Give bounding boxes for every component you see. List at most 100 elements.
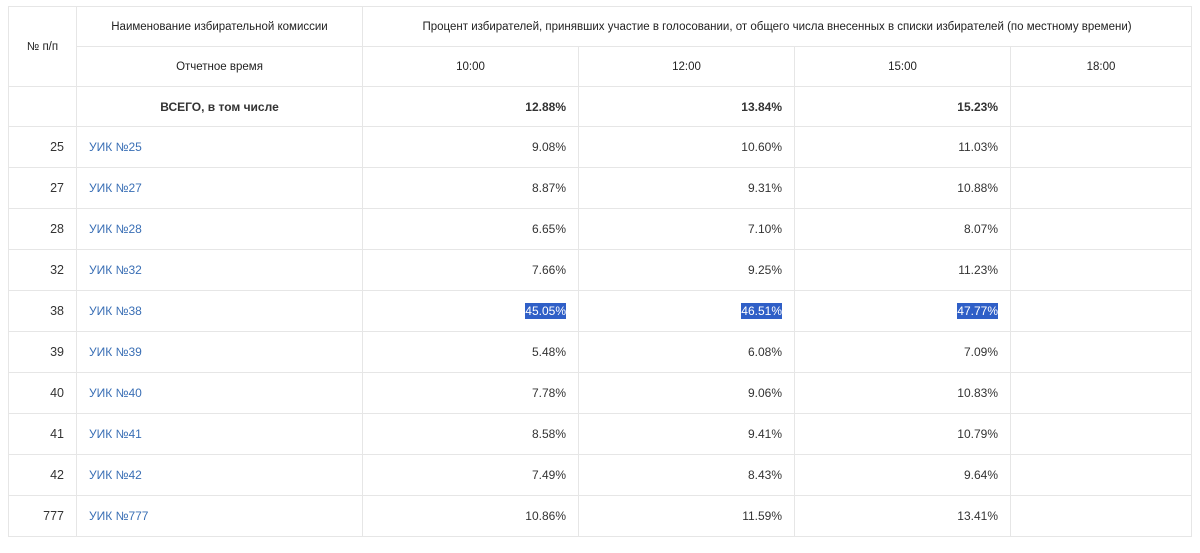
table-row: 25 УИК №25 9.08% 10.60% 11.03% [8,126,1193,168]
turnout-value-1200: 9.25% [747,263,782,277]
table-row: 28 УИК №28 6.65% 7.10% 8.07% [8,208,1193,250]
turnout-value-1000: 7.66% [531,263,566,277]
commission-name-cell: УИК №39 [76,331,363,373]
turnout-value-1500: 13.41% [957,509,998,523]
turnout-value-1200-cell: 9.41% [578,413,795,455]
commission-link[interactable]: УИК №42 [89,468,142,482]
total-value-1500: 15.23% [794,86,1011,127]
turnout-value-1000-cell: 6.65% [362,208,579,250]
commission-link[interactable]: УИК №39 [89,345,142,359]
report-time-header: Отчетное время [76,46,363,87]
turnout-value-1200-cell: 9.25% [578,249,795,291]
total-value-1200: 13.84% [578,86,795,127]
turnout-value-1800-cell [1009,372,1193,414]
row-number: 777 [8,495,77,537]
turnout-value-1000: 8.58% [531,427,566,441]
turnout-value-1800-cell [1009,413,1193,455]
turnout-value-1000-cell: 7.49% [362,454,579,496]
commission-name-cell: УИК №41 [76,413,363,455]
turnout-value-1000: 9.08% [531,140,566,154]
commission-link[interactable]: УИК №28 [89,222,142,236]
row-number: 32 [8,249,77,291]
turnout-value-1500: 10.83% [957,386,998,400]
table-row: 42 УИК №42 7.49% 8.43% 9.64% [8,454,1193,496]
total-label: ВСЕГО, в том числе [76,86,363,127]
table-row: 40 УИК №40 7.78% 9.06% 10.83% [8,372,1193,414]
turnout-value-1800-cell [1009,454,1193,496]
turnout-value-1000-cell: 5.48% [362,331,579,373]
row-number: 39 [8,331,77,373]
commission-link[interactable]: УИК №38 [89,304,142,318]
commission-name-cell: УИК №28 [76,208,363,250]
turnout-value-1500-cell: 47.77% [794,290,1011,332]
turnout-value-1500: 9.64% [963,468,998,482]
row-number: 28 [8,208,77,250]
table-row: 38 УИК №38 45.05% 46.51% 47.77% [8,290,1193,332]
turnout-value-1000-cell: 9.08% [362,126,579,168]
total-value-1000: 12.88% [362,86,579,127]
turnout-value-1200: 46.51% [741,303,782,319]
turnout-value-1500: 10.88% [957,181,998,195]
turnout-value-1500: 7.09% [963,345,998,359]
turnout-value-1200: 8.43% [747,468,782,482]
commission-link[interactable]: УИК №777 [89,509,148,523]
turnout-value-1200-cell: 6.08% [578,331,795,373]
turnout-value-1200: 9.06% [747,386,782,400]
turnout-value-1500: 11.23% [958,263,998,277]
turnout-value-1200-cell: 9.31% [578,167,795,209]
commission-link[interactable]: УИК №32 [89,263,142,277]
table-row: 39 УИК №39 5.48% 6.08% 7.09% [8,331,1193,373]
commission-name-cell: УИК №27 [76,167,363,209]
turnout-value-1800-cell [1009,167,1193,209]
turnout-value-1200-cell: 11.59% [578,495,795,537]
turnout-value-1200-cell: 8.43% [578,454,795,496]
commission-link[interactable]: УИК №27 [89,181,142,195]
turnout-value-1000: 45.05% [525,303,566,319]
turnout-value-1500: 10.79% [957,427,998,441]
turnout-value-1200: 10.60% [741,140,782,154]
turnout-value-1000: 7.49% [531,468,566,482]
turnout-value-1000-cell: 45.05% [362,290,579,332]
turnout-value-1800-cell [1009,126,1193,168]
header-row-2: Отчетное время 10:00 12:00 15:00 18:00 [9,46,1193,87]
turnout-value-1200-cell: 46.51% [578,290,795,332]
turnout-value-1500-cell: 7.09% [794,331,1011,373]
row-number: 25 [8,126,77,168]
row-number: 41 [8,413,77,455]
total-num-cell [8,86,77,127]
turnout-value-1500-cell: 8.07% [794,208,1011,250]
commission-name-cell: УИК №25 [76,126,363,168]
turnout-value-1500: 47.77% [957,303,998,319]
time-header-1500: 15:00 [794,46,1011,87]
turnout-value-1500-cell: 11.23% [794,249,1011,291]
turnout-value-1000-cell: 8.58% [362,413,579,455]
turnout-value-1200: 9.31% [747,181,782,195]
row-number: 42 [8,454,77,496]
turnout-value-1500-cell: 10.88% [794,167,1011,209]
turnout-value-1200-cell: 9.06% [578,372,795,414]
header-row-1: № п/п Наименование избирательной комисси… [8,6,1193,87]
turnout-value-1000: 6.65% [531,222,566,236]
turnout-value-1500-cell: 10.79% [794,413,1011,455]
turnout-value-1800-cell [1009,208,1193,250]
total-value-1800 [1009,86,1193,127]
commission-link[interactable]: УИК №41 [89,427,142,441]
turnout-value-1200: 11.59% [742,509,782,523]
turnout-value-1500: 11.03% [958,140,998,154]
percent-header: Процент избирателей, принявших участие в… [361,6,1193,47]
row-number: 38 [8,290,77,332]
turnout-value-1000-cell: 10.86% [362,495,579,537]
commission-link[interactable]: УИК №40 [89,386,142,400]
turnout-value-1000-cell: 7.78% [362,372,579,414]
time-header-1200: 12:00 [578,46,795,87]
table-row: 41 УИК №41 8.58% 9.41% 10.79% [8,413,1193,455]
turnout-table-container: № п/п Наименование избирательной комисси… [8,6,1193,537]
num-header: № п/п [8,6,77,87]
turnout-value-1500-cell: 9.64% [794,454,1011,496]
turnout-value-1200-cell: 10.60% [578,126,795,168]
commission-link[interactable]: УИК №25 [89,140,142,154]
turnout-value-1200: 9.41% [747,427,782,441]
turnout-value-1200-cell: 7.10% [578,208,795,250]
commission-name-cell: УИК №32 [76,249,363,291]
turnout-value-1000: 5.48% [531,345,566,359]
